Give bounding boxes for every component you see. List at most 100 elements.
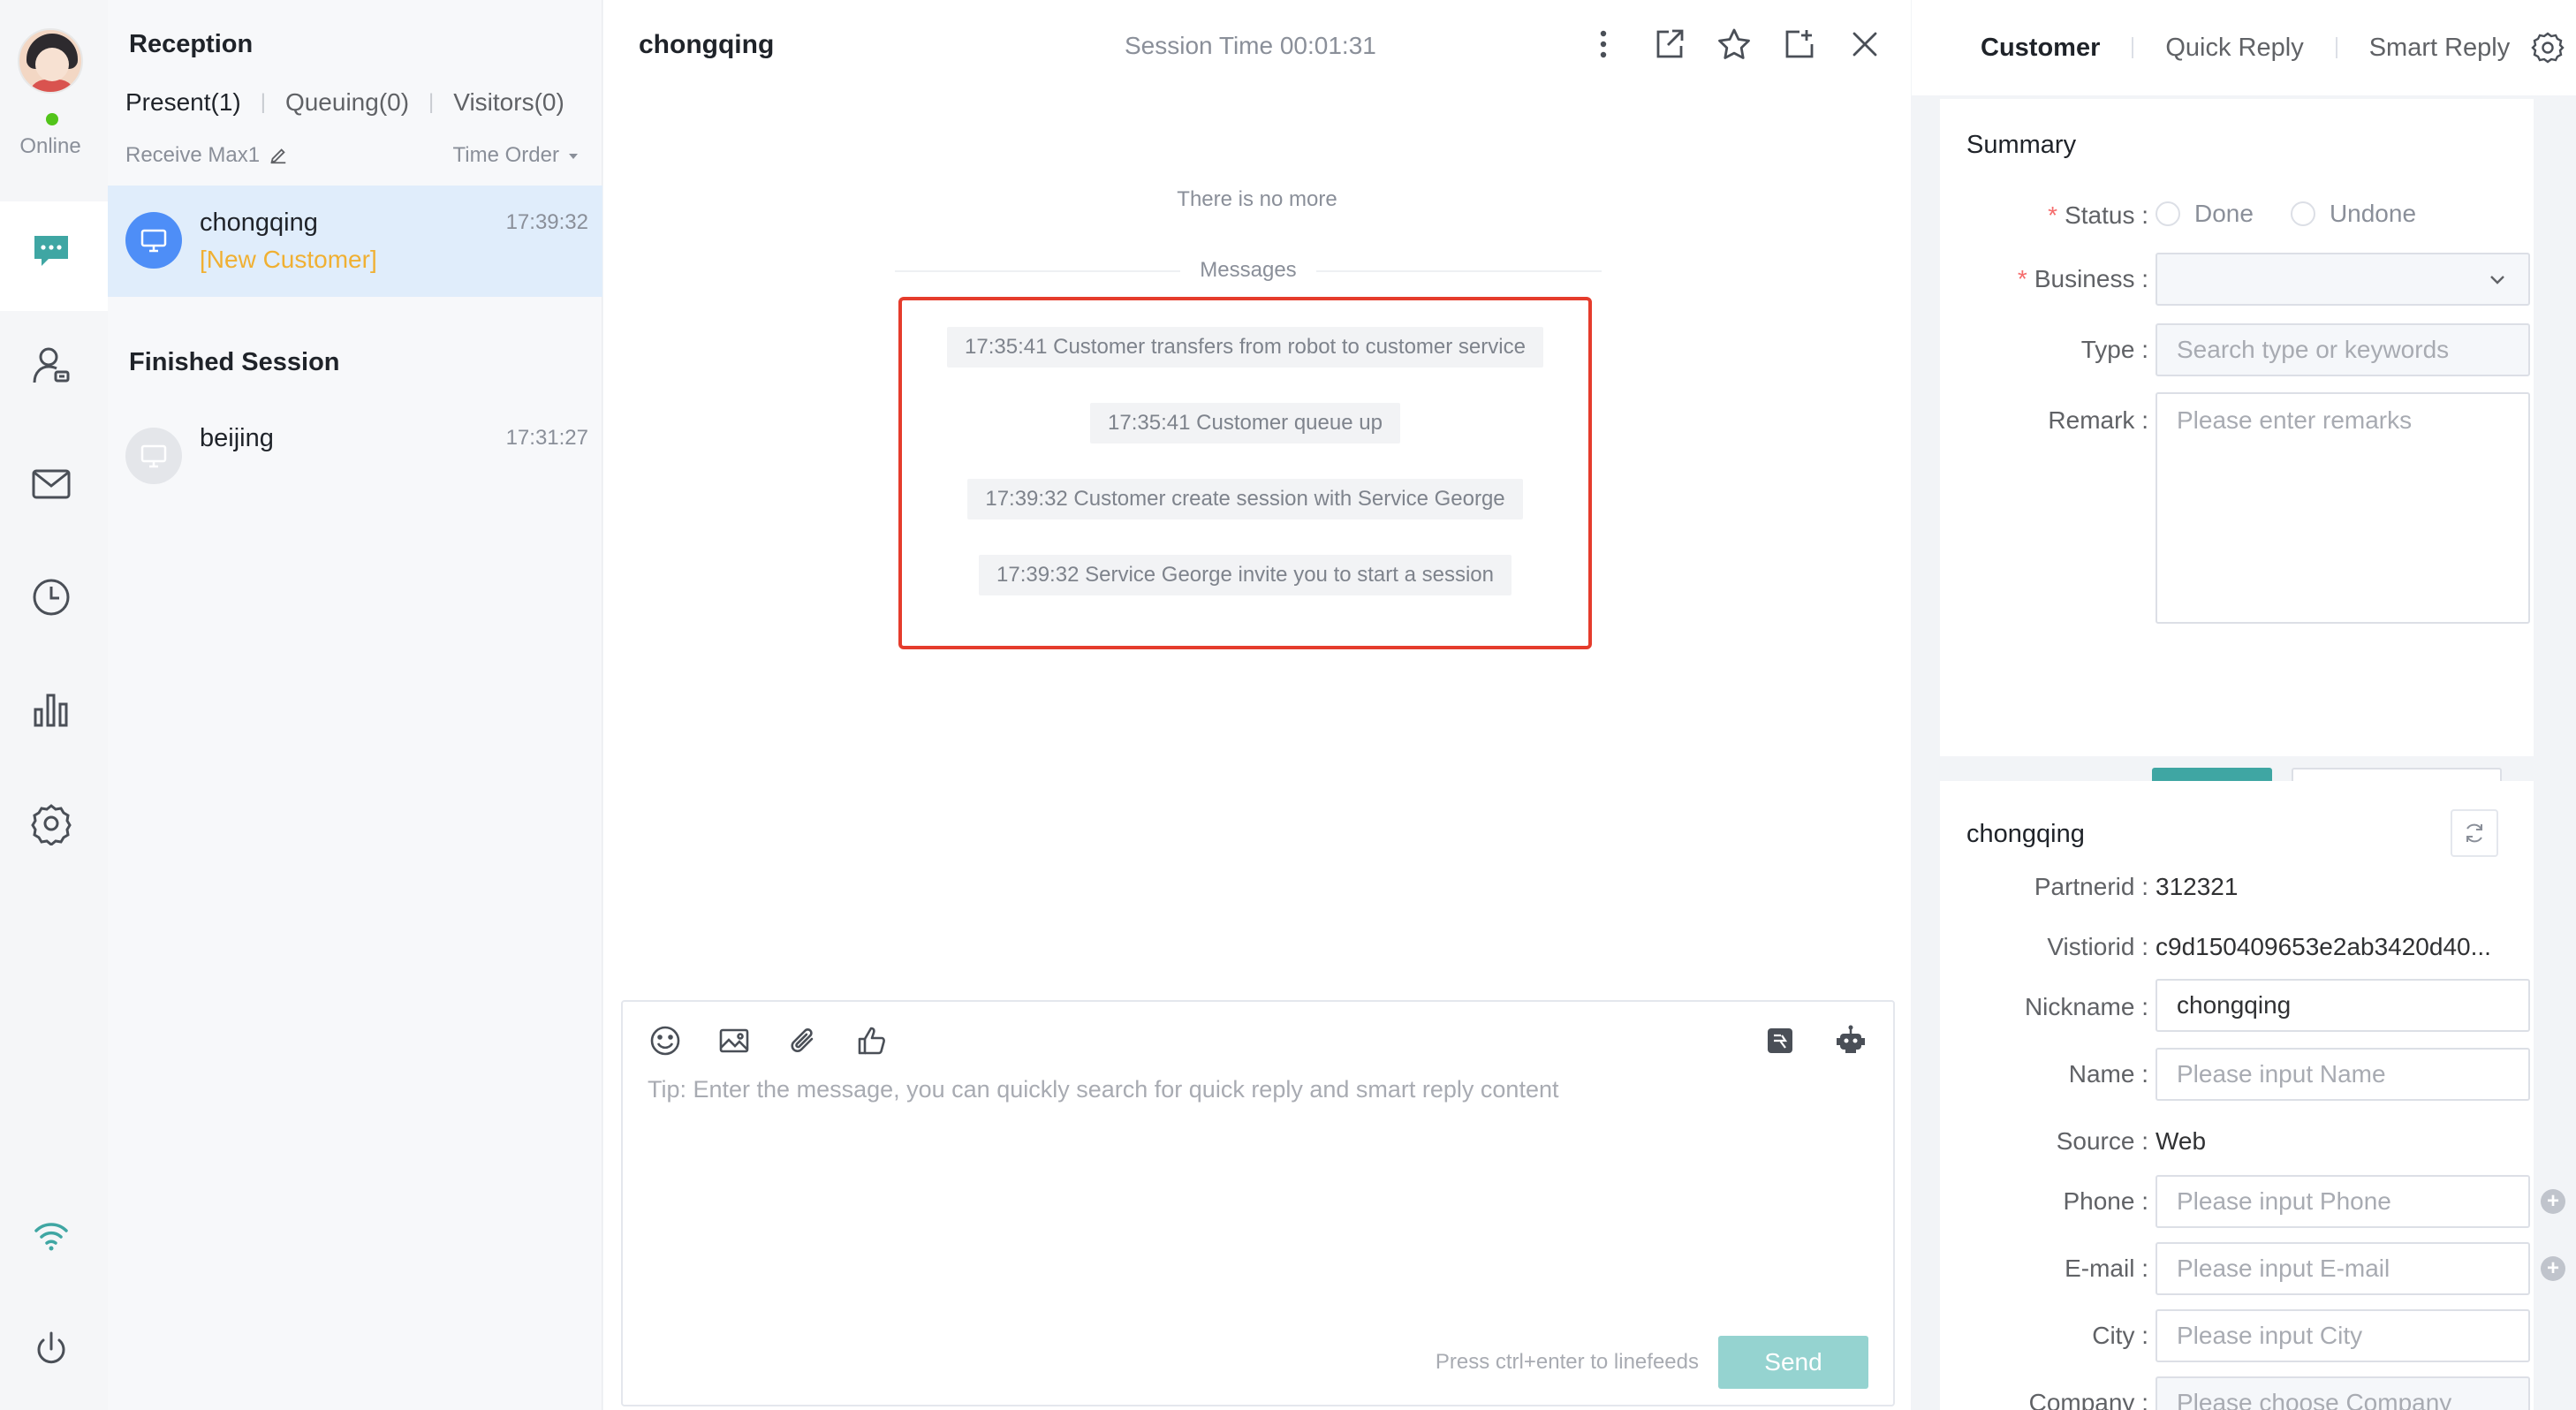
visitorid-label: Vistiorid :: [2047, 933, 2148, 960]
history-icon[interactable]: [27, 572, 76, 622]
quick-reply-button[interactable]: [1761, 1021, 1799, 1060]
share-icon: [1656, 29, 1684, 58]
customer-icon[interactable]: [27, 341, 76, 390]
refresh-button[interactable]: [2451, 809, 2498, 857]
type-search-input[interactable]: [2156, 323, 2530, 376]
tab-queuing[interactable]: Queuing(0): [285, 88, 409, 117]
system-messages: 17:35:41 Customer transfers from robot t…: [898, 327, 1592, 595]
add-email-button[interactable]: +: [2541, 1256, 2565, 1281]
monitor-icon: [125, 428, 182, 484]
session-timer: Session Time 00:01:31: [1125, 32, 1376, 59]
no-more-text: There is no more: [1177, 187, 1337, 211]
transfer-button[interactable]: [1649, 25, 1688, 64]
mail-icon[interactable]: [27, 459, 76, 509]
radio-done[interactable]: [2156, 201, 2180, 226]
reception-title: Reception: [129, 30, 254, 58]
remark-textarea[interactable]: [2156, 392, 2530, 624]
power-icon[interactable]: [27, 1325, 76, 1375]
tab-quick-reply[interactable]: Quick Reply: [2165, 34, 2303, 63]
status-label: * Status :: [2048, 201, 2148, 229]
caret-down-icon: [569, 154, 578, 159]
status-radio-group: Done Undone: [2156, 200, 2416, 228]
robot-button[interactable]: [1831, 1021, 1870, 1060]
settings-icon[interactable]: [27, 799, 76, 848]
phone-input[interactable]: [2156, 1175, 2530, 1228]
emoji-button[interactable]: [646, 1021, 685, 1060]
customer-info-panel: Customer Quick Reply Smart Reply Summary…: [1912, 0, 2576, 1410]
favorite-button[interactable]: [1715, 25, 1754, 64]
receive-max[interactable]: Receive Max1: [125, 143, 288, 168]
rating-button[interactable]: [852, 1021, 891, 1060]
chat-actions: [1584, 25, 1884, 64]
add-phone-button[interactable]: +: [2541, 1189, 2565, 1214]
chat-panel: chongqing Session Time 00:01:31 There is…: [603, 0, 1911, 1410]
composer-toolbar: [646, 1021, 891, 1060]
system-message: 17:39:32 Service George invite you to st…: [979, 555, 1512, 595]
new-customer-tag: [New Customer]: [200, 246, 377, 273]
session-name: beijing: [200, 424, 274, 452]
edit-icon[interactable]: [269, 146, 288, 165]
close-session-button[interactable]: [1845, 25, 1884, 64]
session-item-chongqing[interactable]: chongqing [New Customer] 17:39:32: [108, 186, 602, 297]
summary-title: Summary: [1966, 131, 2077, 159]
source-label: Source :: [2056, 1127, 2148, 1155]
invite-button[interactable]: [1780, 25, 1819, 64]
remark-label: Remark :: [2048, 406, 2148, 434]
nickname-input[interactable]: [2156, 979, 2530, 1032]
tab-smart-reply[interactable]: Smart Reply: [2369, 34, 2511, 63]
send-button[interactable]: Send: [1718, 1336, 1868, 1389]
image-button[interactable]: [715, 1021, 754, 1060]
tab-present[interactable]: Present(1): [125, 88, 241, 117]
radio-done-label: Done: [2194, 200, 2254, 227]
customer-name-title: chongqing: [1966, 820, 2085, 848]
tab-separator: |: [260, 90, 266, 114]
time-order-dropdown[interactable]: Time Order: [453, 143, 580, 168]
messages-divider-label: Messages: [1180, 258, 1316, 282]
phone-label: Phone :: [2063, 1187, 2148, 1215]
session-item-beijing[interactable]: beijing 17:31:27: [108, 401, 602, 512]
wifi-icon: [27, 1210, 76, 1260]
linefeed-hint: Press ctrl+enter to linefeeds: [1435, 1350, 1699, 1374]
message-composer: Press ctrl+enter to linefeeds Send: [621, 1000, 1895, 1406]
business-select[interactable]: [2156, 253, 2530, 306]
city-input[interactable]: [2156, 1309, 2530, 1362]
more-vertical-icon: [1600, 30, 1607, 58]
tab-separator: |: [428, 90, 435, 114]
star-icon: [1718, 28, 1750, 59]
chat-customer-name: chongqing: [639, 30, 775, 59]
agent-avatar[interactable]: [18, 28, 83, 94]
receive-max-label: Receive Max1: [125, 143, 261, 167]
company-label: Company :: [2028, 1389, 2148, 1410]
name-input[interactable]: [2156, 1048, 2530, 1101]
composer-toolbar-right: [1761, 1021, 1870, 1060]
session-list-panel: Reception Present(1) | Queuing(0) | Visi…: [108, 0, 602, 1410]
robot-icon: [1837, 1025, 1865, 1053]
partnerid-value: 312321: [2156, 873, 2239, 900]
tab-customer[interactable]: Customer: [1981, 34, 2100, 63]
company-select[interactable]: [2156, 1376, 2530, 1410]
city-label: City :: [2092, 1322, 2148, 1349]
system-message: 17:35:41 Customer transfers from robot t…: [947, 327, 1543, 368]
stats-icon[interactable]: [27, 686, 76, 735]
summary-card: Summary * Status : Done Undone * Business …: [1940, 99, 2534, 821]
radio-undone[interactable]: [2290, 201, 2315, 226]
chevron-down-icon: [2490, 276, 2504, 284]
session-name: chongqing: [200, 208, 318, 237]
email-input[interactable]: [2156, 1242, 2530, 1295]
online-status-label: Online: [19, 134, 81, 158]
add-box-icon: [1785, 30, 1814, 58]
tab-visitors[interactable]: Visitors(0): [453, 88, 564, 117]
settings-icon[interactable]: [2530, 30, 2565, 65]
attach-button[interactable]: [784, 1021, 822, 1060]
tab-separator: [2335, 37, 2337, 58]
type-label: Type :: [2080, 336, 2148, 363]
message-input[interactable]: [648, 1076, 1867, 1288]
emoji-icon: [650, 1026, 680, 1056]
refresh-icon: [2466, 823, 2482, 843]
image-icon: [719, 1028, 749, 1053]
chat-icon[interactable]: [27, 226, 76, 276]
paperclip-icon: [791, 1028, 814, 1052]
system-message: 17:39:32 Customer create session with Se…: [967, 479, 1523, 519]
time-order-label: Time Order: [452, 143, 559, 167]
more-button[interactable]: [1584, 25, 1623, 64]
